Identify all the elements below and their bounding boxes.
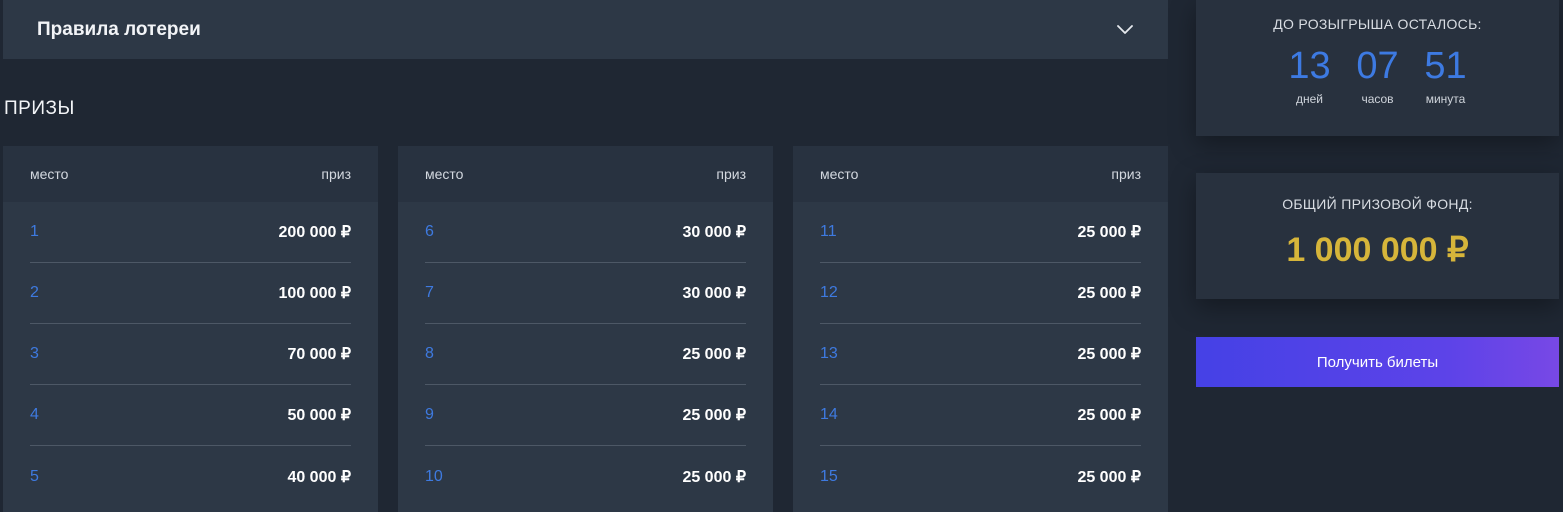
table-row: 3 70 000 ₽ [30, 324, 351, 385]
prize-fund-card: ОБЩИЙ ПРИЗОВОЙ ФОНД: 1 000 000 ₽ [1196, 173, 1559, 299]
place-number: 7 [425, 284, 434, 301]
countdown-days-value: 13 [1288, 45, 1331, 87]
table-row: 9 25 000 ₽ [425, 385, 746, 446]
countdown-minutes: 51 минута [1423, 44, 1469, 106]
table-row: 7 30 000 ₽ [425, 263, 746, 324]
prize-amount: 25 000 ₽ [682, 407, 746, 424]
table-row: 15 25 000 ₽ [820, 446, 1141, 507]
prize-amount: 25 000 ₽ [1077, 346, 1141, 363]
table-row: 8 25 000 ₽ [425, 324, 746, 385]
table-row: 11 25 000 ₽ [820, 202, 1141, 263]
get-tickets-button[interactable]: Получить билеты [1196, 337, 1559, 387]
prize-column-header: приз [716, 166, 746, 182]
table-row: 4 50 000 ₽ [30, 385, 351, 446]
place-number: 14 [820, 406, 838, 423]
table-row: 6 30 000 ₽ [425, 202, 746, 263]
place-number: 5 [30, 467, 39, 485]
prize-amount: 30 000 ₽ [682, 285, 746, 302]
prizes-heading: ПРИЗЫ [4, 98, 75, 119]
countdown-days: 13 дней [1287, 44, 1333, 106]
prize-amount: 25 000 ₽ [1077, 407, 1141, 424]
table-row: 14 25 000 ₽ [820, 385, 1141, 446]
countdown-label: ДО РОЗЫГРЫША ОСТАЛОСЬ: [1273, 16, 1482, 32]
prize-amount: 70 000 ₽ [287, 346, 351, 363]
place-number: 2 [30, 284, 39, 301]
table-row: 5 40 000 ₽ [30, 446, 351, 507]
table-row: 12 25 000 ₽ [820, 263, 1141, 324]
place-number: 1 [30, 223, 39, 240]
prize-fund-value: 1 000 000 ₽ [1286, 231, 1469, 269]
table-row: 13 25 000 ₽ [820, 324, 1141, 385]
prize-column-header: приз [321, 166, 351, 182]
place-number: 4 [30, 406, 39, 423]
place-number: 12 [820, 284, 838, 301]
countdown-days-label: дней [1295, 92, 1323, 106]
lottery-rules-accordion[interactable]: Правила лотереи [3, 0, 1168, 59]
prize-fund-label: ОБЩИЙ ПРИЗОВОЙ ФОНД: [1282, 196, 1473, 212]
prize-table-header: место приз [398, 146, 773, 202]
prize-table-column-3: место приз 11 25 000 ₽ 12 25 000 ₽ 13 25… [793, 146, 1168, 512]
countdown-minutes-value: 51 [1424, 45, 1467, 87]
prize-table-column-2: место приз 6 30 000 ₽ 7 30 000 ₽ 8 25 00… [398, 146, 773, 512]
place-number: 9 [425, 406, 434, 423]
place-number: 3 [30, 345, 39, 362]
countdown-hours-value: 07 [1356, 45, 1399, 87]
countdown-hours: 07 часов [1355, 44, 1401, 106]
place-number: 10 [425, 467, 443, 485]
place-number: 13 [820, 345, 838, 362]
prize-amount: 50 000 ₽ [287, 407, 351, 424]
prize-amount: 25 000 ₽ [1077, 285, 1141, 302]
place-number: 11 [820, 223, 837, 240]
place-column-header: место [425, 166, 464, 182]
prize-amount: 25 000 ₽ [682, 468, 746, 486]
prize-table-header: место приз [793, 146, 1168, 202]
prize-amount: 100 000 ₽ [278, 285, 351, 302]
place-number: 8 [425, 345, 434, 362]
table-row: 2 100 000 ₽ [30, 263, 351, 324]
prize-column-header: приз [1111, 166, 1141, 182]
place-column-header: место [30, 166, 69, 182]
prize-amount: 25 000 ₽ [1077, 224, 1141, 241]
place-column-header: место [820, 166, 859, 182]
countdown-hours-label: часов [1361, 92, 1394, 106]
countdown-card: ДО РОЗЫГРЫША ОСТАЛОСЬ: 13 дней 07 часов … [1196, 0, 1559, 136]
place-number: 6 [425, 223, 434, 240]
prize-amount: 40 000 ₽ [287, 468, 351, 486]
lottery-rules-title: Правила лотереи [37, 18, 201, 40]
countdown-timer: 13 дней 07 часов 51 минута [1196, 44, 1559, 106]
chevron-down-icon[interactable] [1116, 21, 1134, 39]
table-row: 1 200 000 ₽ [30, 202, 351, 263]
place-number: 15 [820, 467, 838, 485]
prize-amount: 25 000 ₽ [1077, 468, 1141, 486]
prize-table-header: место приз [3, 146, 378, 202]
prize-table-column-1: место приз 1 200 000 ₽ 2 100 000 ₽ 3 70 … [3, 146, 378, 512]
prize-amount: 200 000 ₽ [278, 224, 351, 241]
table-row: 10 25 000 ₽ [425, 446, 746, 507]
prize-amount: 25 000 ₽ [682, 346, 746, 363]
countdown-minutes-label: минута [1425, 92, 1466, 106]
prize-amount: 30 000 ₽ [682, 224, 746, 241]
